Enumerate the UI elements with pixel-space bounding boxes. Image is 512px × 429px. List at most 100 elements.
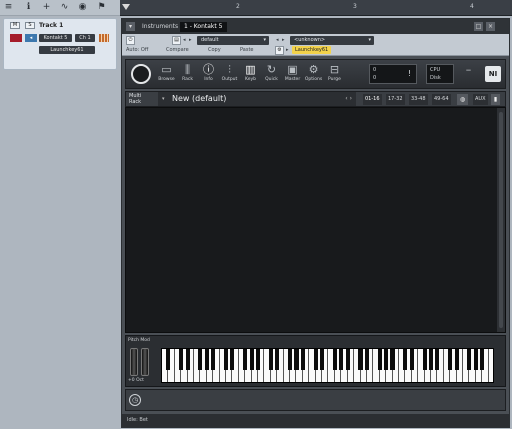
black-key[interactable]	[339, 349, 344, 370]
monitor-button[interactable]: ◂	[25, 34, 37, 42]
routing-dropdown[interactable]: <unknown> ▾	[290, 36, 374, 45]
white-key[interactable]	[488, 349, 493, 382]
black-key[interactable]	[249, 349, 254, 370]
black-key[interactable]	[345, 349, 350, 370]
black-key[interactable]	[377, 349, 382, 370]
black-key[interactable]	[409, 349, 414, 370]
black-key[interactable]	[358, 349, 363, 370]
routing-prev-icon[interactable]: ◂	[276, 37, 279, 43]
output-button[interactable]: ⫶ Output	[220, 63, 239, 86]
black-key[interactable]	[320, 349, 325, 370]
black-key[interactable]	[243, 349, 248, 370]
clock-icon[interactable]: ◷	[129, 394, 141, 406]
instrument-view-icon[interactable]: ▮	[491, 94, 500, 105]
input-menu-icon[interactable]: ▸	[286, 47, 289, 53]
view-icon[interactable]: ◍	[457, 94, 468, 105]
black-key[interactable]	[185, 349, 190, 370]
track-header[interactable]: M S Track 1 ◂ Kontakt 5 Ch 1 Launchkey61	[3, 18, 117, 70]
piano-keyboard[interactable]	[161, 348, 494, 383]
add-icon[interactable]: +	[42, 3, 51, 12]
close-icon[interactable]: ×	[486, 22, 495, 31]
copy-button[interactable]: Copy	[208, 47, 221, 53]
arrangement-timeline[interactable]: 2 3 4	[120, 0, 512, 16]
midi-input-icon[interactable]: ⚙	[275, 46, 284, 55]
rack-scrollbar[interactable]	[497, 108, 505, 332]
routing-next-icon[interactable]: ▸	[282, 37, 285, 43]
browse-button[interactable]: ▭ Browse	[157, 63, 176, 86]
black-key[interactable]	[211, 349, 216, 370]
bypass-icon[interactable]: ⏻	[126, 36, 135, 45]
maximize-icon[interactable]: □	[474, 22, 483, 31]
channel-selector[interactable]: Ch 1	[75, 34, 95, 42]
black-key[interactable]	[256, 349, 261, 370]
minimize-view-button[interactable]: –	[459, 63, 478, 86]
playhead-marker-icon[interactable]	[122, 4, 130, 10]
black-key[interactable]	[179, 349, 184, 370]
black-key[interactable]	[428, 349, 433, 370]
black-key[interactable]	[332, 349, 337, 370]
range-33-48[interactable]: 33-48	[409, 94, 428, 105]
black-key[interactable]	[454, 349, 459, 370]
preset-menu-icon[interactable]: ▤	[172, 36, 181, 45]
flag-icon[interactable]: ⚑	[97, 3, 106, 12]
input-selector[interactable]: Launchkey61	[39, 46, 95, 54]
black-key[interactable]	[473, 349, 478, 370]
preset-dropdown[interactable]: default ▾	[197, 36, 269, 45]
multi-name-field[interactable]: ▾ New (default) ‹ ›	[158, 92, 356, 106]
warning-icon[interactable]: !	[408, 69, 411, 78]
solo-button[interactable]: S	[25, 22, 35, 29]
black-key[interactable]	[300, 349, 305, 370]
black-key[interactable]	[294, 349, 299, 370]
black-key[interactable]	[268, 349, 273, 370]
black-key[interactable]	[448, 349, 453, 370]
black-key[interactable]	[467, 349, 472, 370]
black-key[interactable]	[390, 349, 395, 370]
info-icon[interactable]: ℹ	[24, 3, 33, 12]
black-key[interactable]	[204, 349, 209, 370]
keyboard-button[interactable]: ▥ Keyb	[241, 63, 260, 86]
black-key[interactable]	[403, 349, 408, 370]
black-key[interactable]	[480, 349, 485, 370]
quick-button[interactable]: ↻ Quick	[262, 63, 281, 86]
instrument-selector[interactable]: Kontakt 5	[39, 34, 72, 42]
aux-button[interactable]: AUX	[473, 94, 488, 105]
tab-instruments[interactable]: Instruments	[138, 22, 182, 32]
options-button[interactable]: ⚙ Options	[304, 63, 323, 86]
pitch-wheel[interactable]	[130, 348, 138, 376]
black-key[interactable]	[166, 349, 171, 370]
black-key[interactable]	[384, 349, 389, 370]
automation-mode[interactable]: Auto: Off	[126, 47, 148, 53]
mute-button[interactable]: M	[10, 22, 20, 29]
plugin-menu-chevron-icon[interactable]: ▾	[126, 22, 135, 31]
black-key[interactable]	[223, 349, 229, 370]
octave-label[interactable]: +0 Oct	[128, 378, 144, 383]
paste-button[interactable]: Paste	[240, 47, 254, 53]
instrument-rack[interactable]	[125, 107, 506, 333]
black-key[interactable]	[435, 349, 440, 370]
purge-button[interactable]: ⊟ Purge	[325, 63, 344, 86]
multi-nav-icon[interactable]: ‹ ›	[345, 92, 352, 106]
compare-button[interactable]: Compare	[166, 47, 189, 53]
master-button[interactable]: ▣ Master	[283, 63, 302, 86]
black-key[interactable]	[198, 349, 203, 370]
black-key[interactable]	[230, 349, 235, 370]
instrument-keyboard-icon[interactable]	[99, 34, 109, 42]
globe-icon[interactable]: ◉	[78, 3, 87, 12]
preset-prev-icon[interactable]: ◂	[183, 37, 186, 43]
plugin-title-bar[interactable]: ▾ Instruments 1 - Kontakt 5 □ ×	[122, 19, 509, 34]
list-icon[interactable]: ≡	[4, 3, 13, 12]
range-49-64[interactable]: 49-64	[432, 94, 451, 105]
range-01-16[interactable]: 01-16	[363, 94, 382, 105]
black-key[interactable]	[313, 349, 318, 370]
range-17-32[interactable]: 17-32	[386, 94, 405, 105]
black-key[interactable]	[288, 349, 293, 370]
black-key[interactable]	[422, 349, 427, 370]
rack-button[interactable]: ⫼ Rack	[178, 63, 197, 86]
mod-wheel[interactable]	[141, 348, 149, 376]
black-key[interactable]	[364, 349, 369, 370]
multi-menu-icon[interactable]: ▾	[162, 92, 165, 106]
black-key[interactable]	[275, 349, 280, 370]
automation-icon[interactable]: ∿	[60, 3, 69, 12]
preset-next-icon[interactable]: ▸	[189, 37, 192, 43]
record-arm-button[interactable]	[10, 34, 22, 42]
